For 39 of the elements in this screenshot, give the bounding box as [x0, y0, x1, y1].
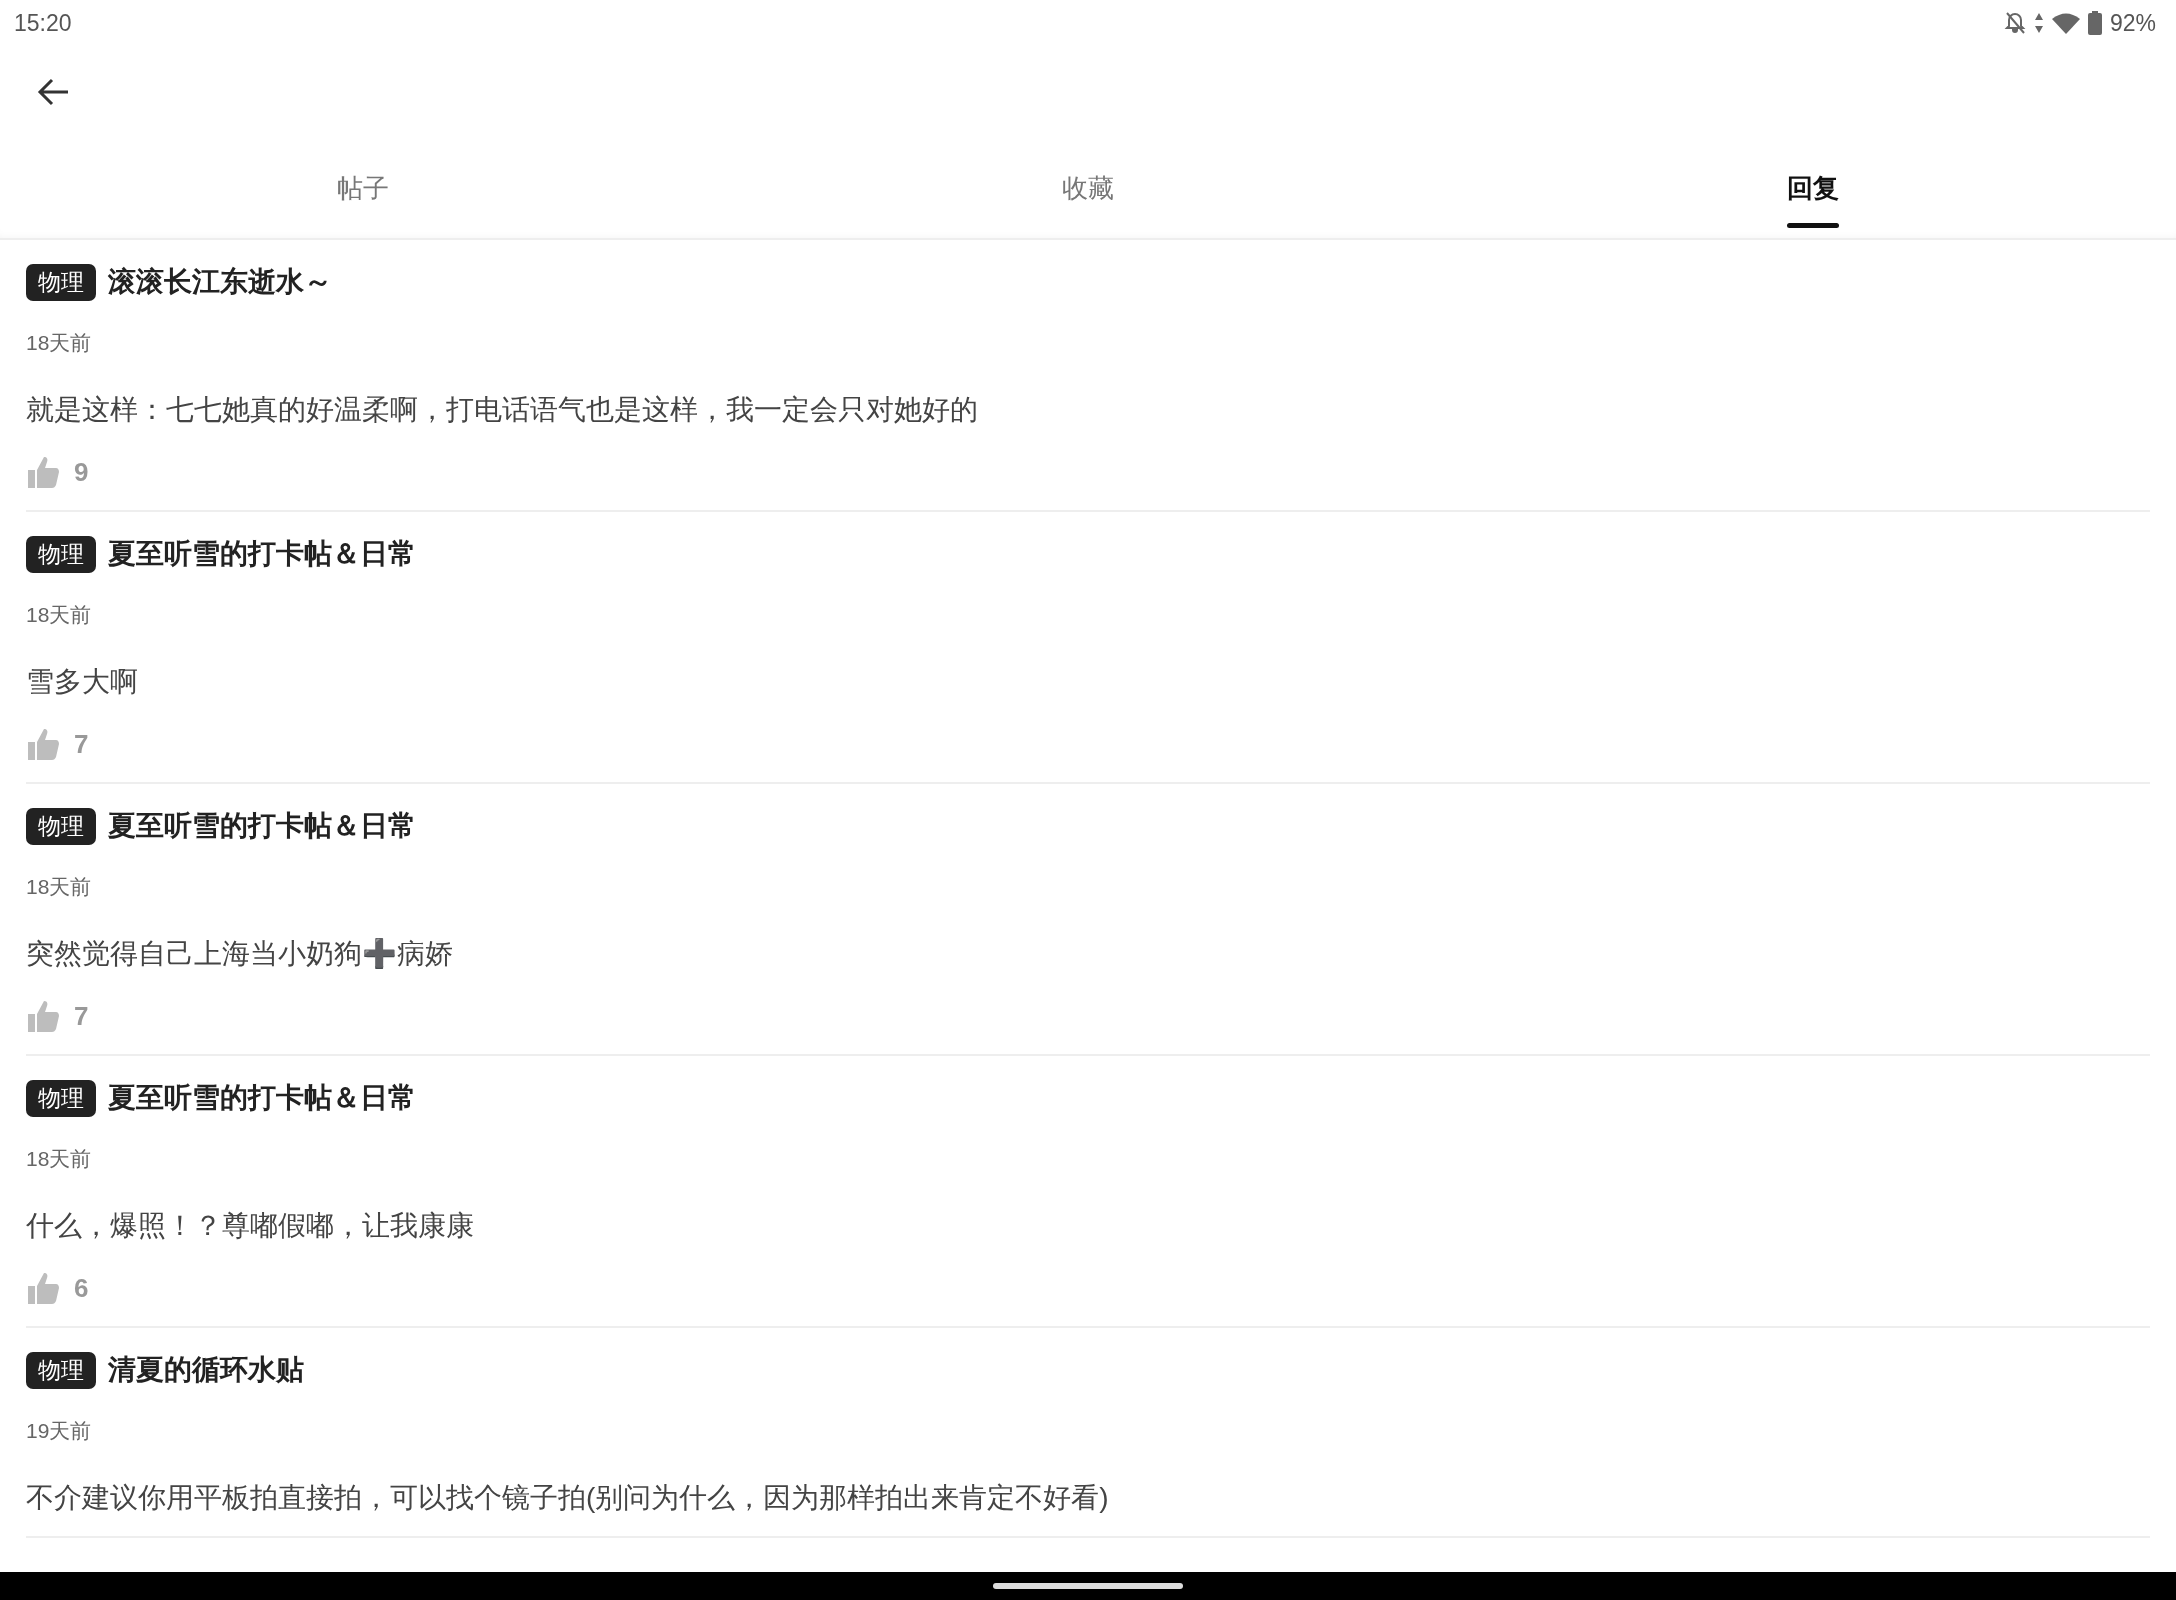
like-count: 6: [74, 1272, 89, 1304]
reply-text: 突然觉得自己上海当小奶狗➕病娇: [26, 937, 454, 971]
like-count: 7: [74, 1000, 89, 1032]
post-title[interactable]: 夏至听雪的打卡帖＆日常: [108, 1079, 416, 1117]
battery-percent: 92%: [2109, 9, 2156, 37]
category-tag: 物理: [26, 1351, 96, 1389]
data-arrows-icon: [2033, 12, 2044, 34]
reply-time: 18天前: [26, 874, 93, 900]
tab[interactable]: 收藏: [1058, 138, 1118, 238]
like-count: 9: [74, 456, 89, 488]
reply-time: 18天前: [26, 602, 93, 628]
reply-text: 就是这样：七七她真的好温柔啊，打电话语气也是这样，我一定会只对她好的: [26, 393, 979, 427]
category-tag: 物理: [26, 535, 96, 573]
reply-time: 19天前: [26, 1418, 93, 1444]
battery-icon: [2087, 11, 2102, 35]
thumbs-up-icon[interactable]: [26, 999, 60, 1033]
post-title[interactable]: 夏至听雪的打卡帖＆日常: [108, 807, 416, 845]
bell-off-icon: [2003, 11, 2026, 35]
category-tag: 物理: [26, 263, 96, 301]
category-tag: 物理: [26, 807, 96, 845]
post-title[interactable]: 夏至听雪的打卡帖＆日常: [108, 535, 416, 573]
reply-text: 什么，爆照！？尊嘟假嘟，让我康康: [26, 1209, 475, 1243]
tab[interactable]: 回复: [1783, 138, 1844, 238]
back-arrow-icon: [36, 77, 70, 107]
wifi-icon: [2051, 12, 2080, 34]
thumbs-up-icon[interactable]: [26, 1271, 60, 1305]
reply-text: 不介建议你用平板拍直接拍，可以找个镜子拍(别问为什么，因为那样拍出来肯定不好看): [26, 1481, 1110, 1515]
thumbs-up-icon[interactable]: [26, 727, 60, 761]
post-title[interactable]: 滚滚长江东逝水～: [108, 263, 332, 301]
thumbs-up-icon[interactable]: [26, 455, 60, 489]
reply-text: 雪多大啊: [26, 665, 139, 699]
reply-time: 18天前: [26, 1146, 93, 1172]
home-handle[interactable]: [993, 1583, 1183, 1589]
category-tag: 物理: [26, 1079, 96, 1117]
like-count: 7: [74, 728, 89, 760]
post-title[interactable]: 清夏的循环水贴: [108, 1351, 304, 1389]
tab[interactable]: 帖子: [332, 138, 393, 238]
reply-time: 18天前: [26, 330, 93, 356]
status-time: 15:20: [14, 9, 72, 37]
